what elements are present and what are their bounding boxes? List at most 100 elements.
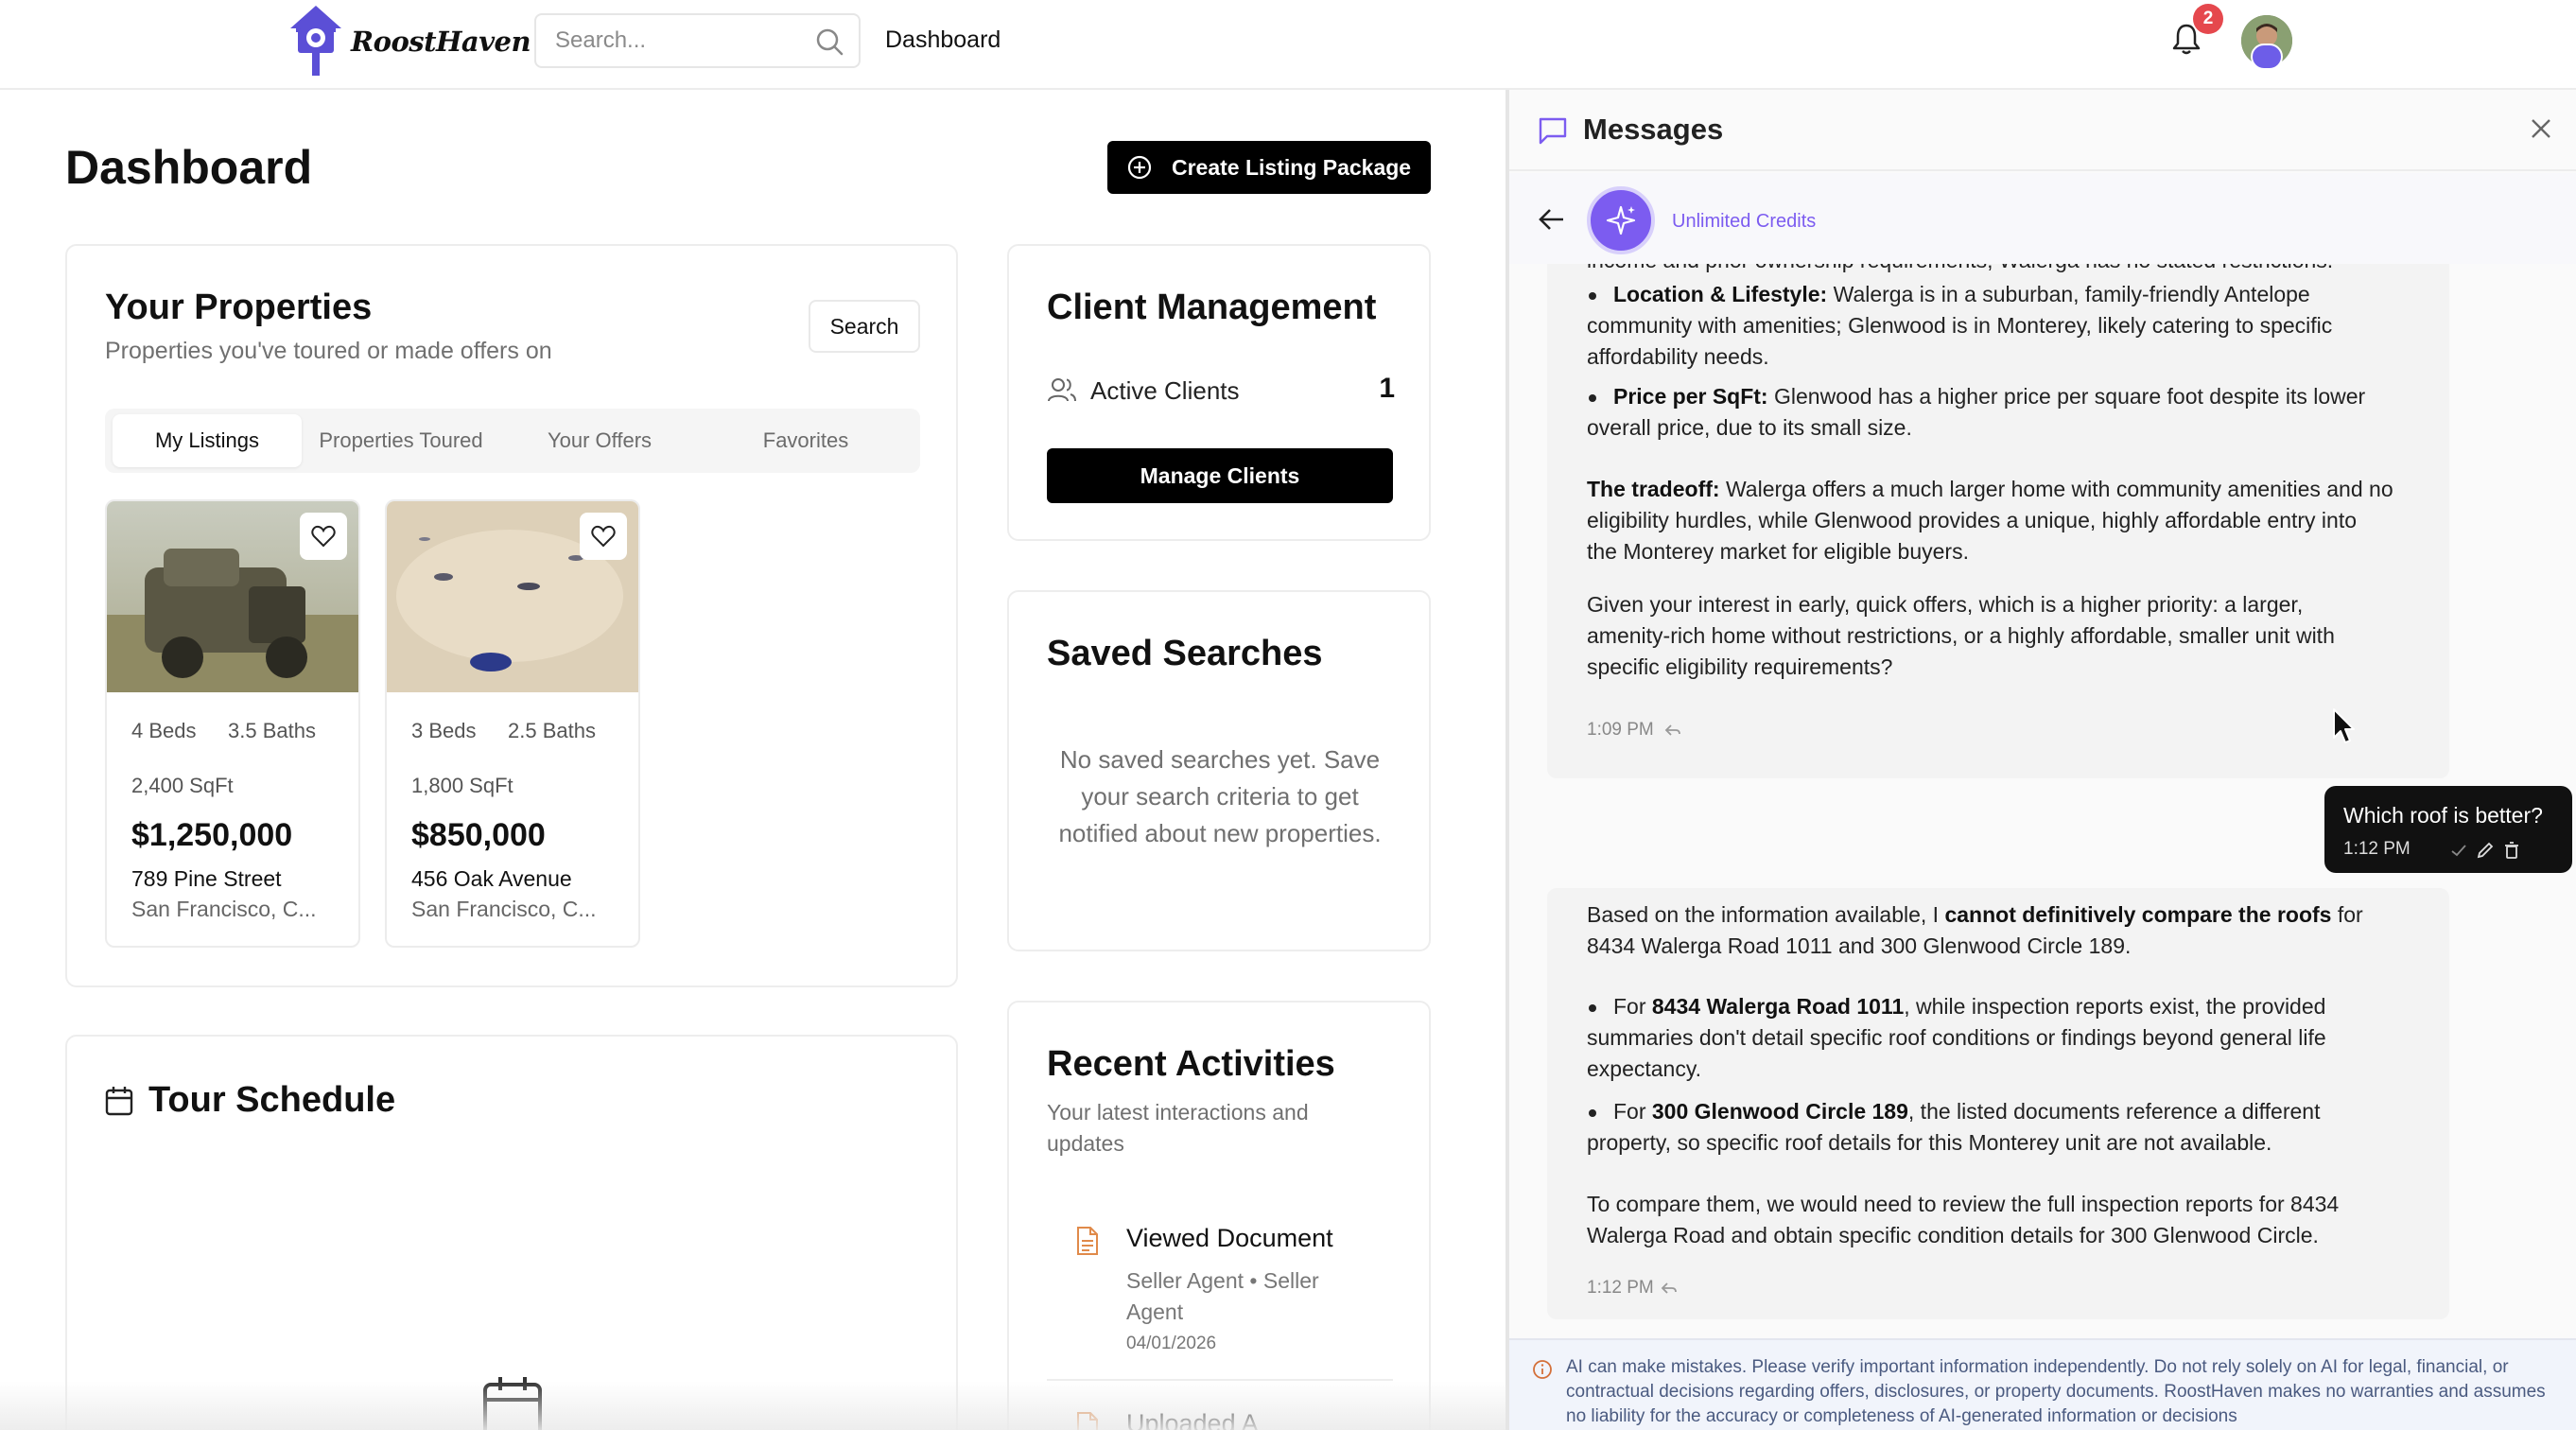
listing-city: San Francisco, C...: [131, 897, 317, 921]
tab-properties-toured[interactable]: Properties Toured: [302, 414, 500, 467]
manage-clients-button[interactable]: Manage Clients: [1047, 448, 1393, 503]
assistant-message: income and prior ownership requirements;…: [1547, 264, 2449, 778]
brand-logo[interactable]: RoostHaven: [287, 4, 531, 79]
messages-header: Messages: [1509, 90, 2576, 171]
users-icon: [1048, 378, 1076, 402]
recent-activities-card: Recent Activities Your latest interactio…: [1007, 1001, 1431, 1430]
activity-title: Viewed Document: [1126, 1224, 1333, 1252]
tour-schedule-card: Tour Schedule: [65, 1035, 958, 1430]
recent-activities-subtitle: Your latest interactions and updates: [1047, 1100, 1309, 1156]
message-line: To compare them, we would need to review…: [1587, 1192, 2340, 1216]
properties-subtitle: Properties you've toured or made offers …: [105, 338, 552, 364]
user-message: Which roof is better? 1:12 PM: [2324, 786, 2572, 873]
message-line: For 300 Glenwood Circle 189, the listed …: [1613, 1099, 2321, 1124]
search-box[interactable]: [534, 13, 861, 68]
bullet-dot: [1589, 394, 1596, 402]
chat-subheader: Unlimited Credits: [1509, 173, 2576, 264]
create-listing-label: Create Listing Package: [1172, 154, 1412, 180]
message-timestamp: 1:12 PM: [1587, 1278, 1654, 1298]
message-line: Based on the information available, I ca…: [1587, 902, 2363, 927]
properties-search-button[interactable]: Search: [809, 300, 920, 353]
tab-your-offers[interactable]: Your Offers: [500, 414, 699, 467]
favorite-button[interactable]: [580, 513, 627, 560]
reply-icon[interactable]: [1664, 723, 1681, 738]
message-line: The tradeoff: Walerga offers a much larg…: [1587, 477, 2393, 501]
plus-circle-icon: [1127, 155, 1152, 180]
message-line: community with amenities; Glenwood is in…: [1587, 313, 2333, 338]
message-line: income and prior ownership requirements;…: [1587, 264, 2333, 276]
message-line: Location & Lifestyle: Walerga is in a su…: [1613, 282, 2310, 306]
brand-name: RoostHaven: [351, 26, 531, 58]
check-icon: [2451, 845, 2466, 857]
search-input[interactable]: [536, 15, 792, 66]
message-line: the Monterey market for eligible buyers.: [1587, 539, 1969, 564]
message-line: property, so specific roof details for t…: [1587, 1130, 2272, 1155]
assistant-message: Based on the information available, I ca…: [1547, 888, 2449, 1319]
reply-icon[interactable]: [1661, 1281, 1678, 1296]
tab-favorites[interactable]: Favorites: [699, 414, 913, 467]
message-line: affordability needs.: [1587, 344, 1769, 369]
properties-tabs: My Listings Properties Toured Your Offer…: [105, 409, 920, 473]
ai-disclaimer: AI can make mistakes. Please verify impo…: [1509, 1338, 2576, 1430]
message-line: summaries don't detail specific roof con…: [1587, 1025, 2326, 1050]
message-line: 8434 Walerga Road 1011 and 300 Glenwood …: [1587, 933, 2132, 958]
document-icon: [1077, 1227, 1098, 1255]
message-timestamp: 1:09 PM: [1587, 720, 1654, 740]
messages-panel: Messages Unlimited Credits income and pr…: [1506, 90, 2576, 1430]
trash-icon[interactable]: [2502, 841, 2521, 860]
listing-price: $1,250,000: [131, 817, 293, 853]
messages-title: Messages: [1583, 113, 1724, 146]
activity-date: 04/01/2026: [1126, 1334, 1217, 1353]
message-line: amenity-rich home without restrictions, …: [1587, 623, 2335, 648]
listing-card[interactable]: 4 Beds 3.5 Baths 2,400 SqFt $1,250,000 7…: [105, 499, 360, 948]
client-management-title: Client Management: [1047, 288, 1377, 327]
edit-icon[interactable]: [2476, 841, 2495, 860]
bullet-dot: [1589, 1004, 1596, 1012]
listing-baths: 3.5 Baths: [228, 719, 316, 742]
tour-schedule-title: Tour Schedule: [148, 1080, 396, 1120]
listing-price: $850,000: [411, 817, 546, 853]
listing-beds: 4 Beds: [131, 719, 197, 742]
listing-beds: 3 Beds: [411, 719, 477, 742]
user-message-text: Which roof is better?: [2343, 803, 2543, 828]
saved-searches-card: Saved Searches No saved searches yet. Sa…: [1007, 590, 1431, 951]
saved-searches-title: Saved Searches: [1047, 634, 1323, 673]
create-listing-package-button[interactable]: Create Listing Package: [1107, 141, 1431, 194]
calendar-empty-icon: [483, 1377, 542, 1430]
listing-card[interactable]: 3 Beds 2.5 Baths 1,800 SqFt $850,000 456…: [385, 499, 640, 948]
mouse-cursor-icon: [2333, 708, 2355, 743]
search-icon[interactable]: [815, 27, 844, 56]
heart-icon: [591, 525, 616, 548]
message-line: Price per SqFt: Glenwood has a higher pr…: [1613, 384, 2366, 409]
ai-assistant-avatar: [1587, 186, 1655, 254]
listing-baths: 2.5 Baths: [508, 719, 596, 742]
close-icon[interactable]: [2527, 114, 2555, 143]
avatar-status-badge: [2251, 44, 2283, 70]
message-line: expectancy.: [1587, 1056, 1702, 1081]
message-line: Walerga Road and obtain specific conditi…: [1587, 1223, 2319, 1247]
message-square-icon: [1539, 117, 1567, 145]
listing-address: 789 Pine Street: [131, 866, 282, 891]
favorite-button[interactable]: [300, 513, 347, 560]
activity-title: Uploaded A: [1126, 1409, 1259, 1430]
active-clients-count: 1: [1379, 373, 1395, 404]
back-arrow-icon[interactable]: [1538, 207, 1566, 232]
message-line: Given your interest in early, quick offe…: [1587, 592, 2304, 617]
listing-city: San Francisco, C...: [411, 897, 597, 921]
house-logo-icon: [290, 6, 341, 76]
bullet-dot: [1589, 292, 1596, 300]
message-line: eligibility hurdles, while Glenwood prov…: [1587, 508, 2358, 532]
chat-thread[interactable]: income and prior ownership requirements;…: [1509, 264, 2576, 1338]
listing-sqft: 1,800 SqFt: [411, 774, 513, 797]
document-icon: [1077, 1412, 1098, 1430]
client-management-card: Client Management Active Clients 1 Manag…: [1007, 244, 1431, 541]
top-bar: RoostHaven Dashboard 2: [0, 0, 2576, 90]
heart-icon: [311, 525, 336, 548]
sparkles-icon: [1606, 205, 1636, 235]
bullet-dot: [1589, 1109, 1596, 1117]
properties-title: Your Properties: [105, 288, 373, 327]
info-icon: [1533, 1360, 1552, 1379]
active-clients-label: Active Clients: [1090, 376, 1240, 405]
tab-my-listings[interactable]: My Listings: [113, 414, 302, 467]
nav-link-dashboard[interactable]: Dashboard: [885, 26, 1001, 54]
